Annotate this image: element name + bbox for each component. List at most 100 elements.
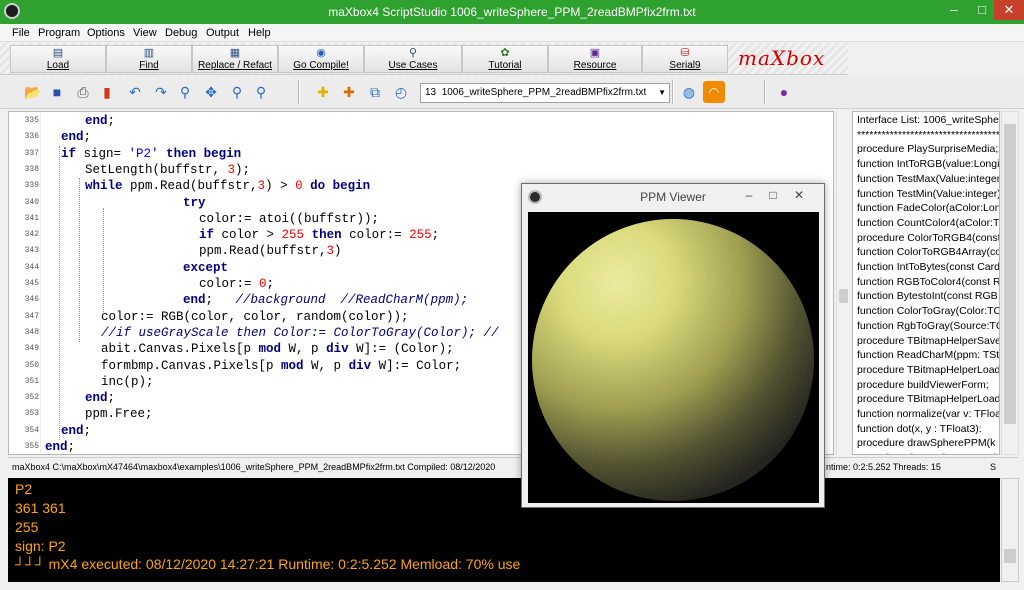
close-button[interactable]: ✕: [994, 0, 1024, 20]
interface-list-item[interactable]: function BytestoInt(const RGB: [857, 289, 998, 304]
interface-list-item[interactable]: function ColorToRGB4Array(const C: [857, 245, 999, 260]
code-line: inc(p);: [101, 374, 154, 390]
menu-options[interactable]: Options: [87, 27, 125, 39]
interface-list-item[interactable]: function ReadCharM(ppm: TStream: [857, 348, 999, 363]
line-number: 352: [24, 393, 39, 403]
minimize-button[interactable]: –: [940, 0, 968, 20]
interface-list-item[interactable]: procedure TBitmapHelperLoadFrom: [857, 363, 999, 378]
line-number: 344: [24, 262, 39, 272]
zoom-icon[interactable]: ⚲: [174, 81, 196, 103]
resource-button[interactable]: ▣ Resource: [548, 45, 642, 73]
menu-debug[interactable]: Debug: [165, 27, 197, 39]
code-token: 3: [227, 162, 236, 177]
interface-list-item[interactable]: function FadeColor(aColor:Longint;: [857, 201, 999, 216]
maximize-button[interactable]: □: [968, 0, 996, 20]
code-token: ;: [67, 440, 76, 454]
code-token: 'P2': [128, 146, 159, 161]
usecases-button[interactable]: ⚲ Use Cases: [364, 45, 462, 73]
redo-icon[interactable]: ↷: [150, 81, 172, 103]
script-file-select[interactable]: 13 1006_writeSphere_PPM_2readBMPfix2frm.…: [420, 83, 670, 103]
brand-logo: maXbox: [738, 46, 826, 70]
serial-icon: ⛁: [680, 47, 690, 59]
load-button[interactable]: ▤ Load: [10, 45, 106, 73]
line-number: 336: [24, 132, 39, 142]
clock-icon[interactable]: ◴: [390, 81, 412, 103]
globe-icon[interactable]: ◍: [678, 81, 700, 103]
rss-icon[interactable]: ◠: [703, 81, 725, 103]
interface-list-item[interactable]: procedure drawSpherePPM(k: [857, 436, 995, 451]
code-token: 255: [281, 228, 305, 243]
interface-list-item[interactable]: procedure drawSpherePPM2(: [857, 451, 996, 454]
code-line: color:= RGB(color, color, random(color))…: [101, 309, 409, 325]
interface-list-item[interactable]: function IntToRGB(value:Longint):TRGB;: [857, 157, 999, 172]
print-icon[interactable]: ⎙: [72, 81, 94, 103]
interface-list-item[interactable]: ****************************************…: [857, 128, 999, 143]
open-folder-icon[interactable]: 📂: [22, 81, 44, 103]
scrollbar-thumb[interactable]: [1004, 124, 1016, 424]
menu-file[interactable]: File: [12, 27, 30, 39]
ppm-minimize-button[interactable]: –: [738, 186, 760, 204]
undo-icon[interactable]: ↶: [124, 81, 146, 103]
interface-list-item[interactable]: procedure ColorToRGB4(const Color: [857, 231, 999, 246]
zoom-in-icon[interactable]: ⚲: [250, 81, 272, 103]
zoom-fit-icon[interactable]: ✥: [200, 81, 222, 103]
copy-icon[interactable]: ⧉: [364, 81, 386, 103]
scrollbar-thumb[interactable]: [1004, 549, 1016, 563]
chart-icon[interactable]: ▮: [96, 81, 118, 103]
palette-icon[interactable]: ●: [773, 81, 795, 103]
interface-list-item[interactable]: procedure PlaySurpriseMedia;: [857, 142, 998, 157]
toolbar-separator: [298, 80, 300, 104]
line-number: 343: [24, 246, 39, 256]
interface-list-item[interactable]: function dot(x, y : TFloat3):: [857, 422, 982, 437]
code-line: //if useGrayScale then Color:= ColorToGr…: [101, 325, 499, 341]
interface-list-item[interactable]: function RGBToColor4(const Red,: [857, 275, 999, 290]
interface-list-item[interactable]: function TestMax(Value:integer):boolean;: [857, 172, 999, 187]
line-number: 339: [24, 181, 39, 191]
title-bar: maXbox4 ScriptStudio 1006_writeSphere_PP…: [0, 0, 1024, 24]
code-token: while: [85, 179, 123, 194]
menu-view[interactable]: View: [133, 27, 157, 39]
code-token: div: [348, 358, 372, 373]
replace-label: Replace / Refact: [198, 60, 272, 71]
interface-list-panel[interactable]: Interface List: 1006_writeSphere_PPM_2re…: [852, 111, 1000, 455]
output-console[interactable]: P2 361 361 255 sign: P2 ┘┘┘ mX4 executed…: [8, 478, 1000, 582]
code-token: //background //ReadCharM(ppm);: [235, 293, 469, 308]
menu-output[interactable]: Output: [206, 27, 239, 39]
interface-list-item[interactable]: function ColorToGray(Color:TColor: [857, 304, 999, 319]
code-token: ): [334, 244, 342, 259]
interface-list-item[interactable]: function RgbToGray(Source:TColor: [857, 319, 999, 334]
find-button[interactable]: ▥ Find: [106, 45, 192, 73]
interface-list-item[interactable]: procedure TBitmapHelperSaveAsPPM: [857, 334, 999, 349]
interface-list-item[interactable]: function IntToBytes(const Cardinal: [857, 260, 999, 275]
menu-help[interactable]: Help: [248, 27, 271, 39]
ppm-viewer-window[interactable]: PPM Viewer – □ ✕: [521, 183, 825, 508]
interface-list-item[interactable]: procedure buildViewerForm;: [857, 378, 989, 393]
interface-list-item[interactable]: function normalize(var v: TFloat3: [857, 407, 999, 422]
sphere-image: [532, 219, 814, 501]
interface-list-item[interactable]: function CountColor4(aColor:TColor);: [857, 216, 999, 231]
code-token: div: [326, 342, 349, 357]
menu-program[interactable]: Program: [38, 27, 80, 39]
new-script-icon[interactable]: ✚: [312, 81, 334, 103]
code-token: W]:= (Color);: [348, 342, 454, 357]
ppm-maximize-button[interactable]: □: [762, 186, 784, 204]
interface-list-item[interactable]: function TestMin(Value:integer):boolean;: [857, 187, 999, 202]
zoom-out-icon[interactable]: ⚲: [226, 81, 248, 103]
serial-button[interactable]: ⛁ Serial9: [642, 45, 728, 73]
compile-button[interactable]: ◉ Go Compile!: [278, 45, 364, 73]
editor-scrollbar[interactable]: [836, 111, 849, 455]
interface-list-scrollbar[interactable]: [1001, 111, 1019, 455]
interface-list-item[interactable]: procedure TBitmapHelperLoadPPM: [857, 392, 999, 407]
replace-button[interactable]: ▦ Replace / Refact: [192, 45, 278, 73]
line-number-gutter: 335 336 337 338 339 340 341 342 343 344 345 346 347 3…: [9, 112, 41, 454]
tutorial-button[interactable]: ✿ Tutorial: [462, 45, 548, 73]
add-icon[interactable]: ✚: [338, 81, 360, 103]
sphere-noise: [532, 219, 814, 501]
ppm-close-button[interactable]: ✕: [788, 186, 810, 204]
console-scrollbar[interactable]: [1001, 478, 1019, 582]
scrollbar-thumb[interactable]: [839, 289, 848, 303]
interface-list-item[interactable]: Interface List: 1006_writeSphere_PPM_2re…: [857, 113, 999, 128]
line-number: 345: [24, 279, 39, 288]
save-icon[interactable]: ■: [46, 81, 68, 103]
